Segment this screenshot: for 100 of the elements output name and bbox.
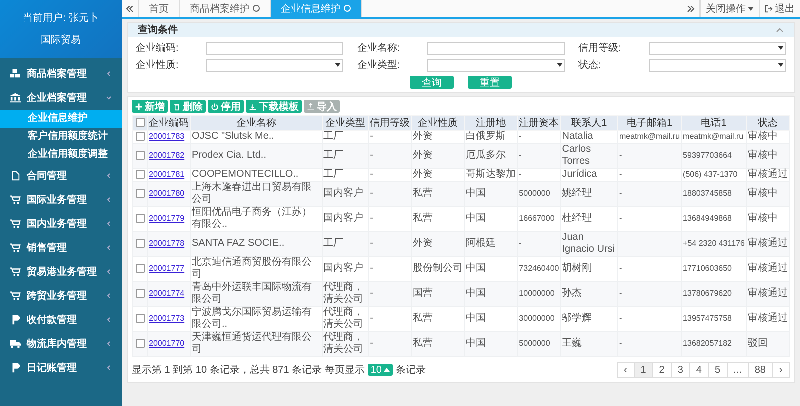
- collapse-icon[interactable]: [776, 28, 784, 32]
- table-cell: Carlos Torres: [562, 144, 592, 167]
- page-button[interactable]: 1: [634, 362, 654, 378]
- sidebar-menu-item[interactable]: 商品档案管理: [0, 62, 122, 86]
- table-cell: 邬学辉: [562, 313, 592, 324]
- row-checkbox[interactable]: [136, 132, 144, 141]
- row-checkbox[interactable]: [136, 150, 144, 160]
- sidebar-menu-item[interactable]: 日记账管理: [0, 356, 122, 380]
- select-dropdown[interactable]: [648, 58, 786, 72]
- panel-title: 查询条件: [138, 24, 178, 37]
- table-cell: 孙杰: [562, 288, 582, 299]
- row-checkbox[interactable]: [136, 188, 144, 198]
- sidebar-submenu-item[interactable]: 企业信用额度调整: [0, 146, 122, 164]
- table-cell: SANTA FAZ SOCIE..: [192, 238, 285, 249]
- table-cell: 审核通过: [748, 238, 788, 249]
- table-cell: -: [619, 264, 622, 273]
- scroll-right-icon[interactable]: [687, 6, 695, 12]
- table-cell: 外资: [413, 238, 434, 249]
- table-cell: 宁波腾戈尔国际贸易运输有限公司..: [192, 307, 312, 330]
- sidebar-menu-item[interactable]: 国内业务管理: [0, 212, 122, 236]
- page-button[interactable]: 3: [670, 362, 690, 378]
- row-checkbox[interactable]: [136, 264, 144, 273]
- table-cell: 代理商，清关公司: [324, 332, 364, 355]
- table-cell: 阿根廷: [466, 238, 496, 249]
- select-dropdown[interactable]: [427, 58, 565, 72]
- field-label: 企业性质:: [136, 58, 180, 72]
- field-label: 状态:: [578, 58, 602, 72]
- page-button[interactable]: 2: [652, 362, 672, 378]
- row-checkbox[interactable]: [136, 214, 144, 223]
- scroll-left-icon[interactable]: [126, 6, 134, 12]
- cart-icon: [10, 195, 21, 205]
- table-cell: -: [619, 289, 622, 298]
- cart-icon: [10, 219, 21, 229]
- row-checkbox[interactable]: [136, 288, 144, 298]
- table-cell: 5000000: [519, 339, 550, 348]
- sidebar-menu-item[interactable]: 贸易港业务管理: [0, 260, 122, 284]
- table-cell: 10000000: [519, 289, 555, 298]
- table-cell: -: [619, 314, 622, 323]
- column-header: 企业性质: [412, 116, 465, 130]
- table-cell: 恒阳优品电子商务（江苏）有限公..: [192, 207, 312, 230]
- select-all-checkbox[interactable]: [136, 118, 144, 128]
- table-cell: Natalia: [562, 131, 594, 142]
- page-button[interactable]: 4: [689, 362, 709, 378]
- table-cell: -: [619, 189, 622, 198]
- page-button[interactable]: 5: [708, 362, 728, 378]
- sidebar-menu-item[interactable]: 跨贸业务管理: [0, 284, 122, 308]
- table-cell: 13682057182: [683, 339, 732, 348]
- table-cell: (506) 437-1370: [683, 170, 738, 179]
- field-label: 信用等级:: [578, 42, 622, 55]
- table-cell: 工厂: [324, 131, 344, 142]
- table-cell: 姚经理: [562, 188, 592, 199]
- table-cell: Juan Ignacio Ursi: [562, 232, 616, 255]
- sidebar-menu-item[interactable]: 合同管理: [0, 164, 122, 188]
- table-cell: 工厂: [324, 150, 344, 161]
- column-header: 联系人1: [560, 116, 618, 130]
- table-cell: COOPEMONTECILLO..: [192, 169, 299, 180]
- text-input[interactable]: [427, 42, 565, 54]
- table-cell: 北京迪信通商贸股份有限公司: [192, 257, 312, 280]
- page-button[interactable]: 88: [748, 362, 773, 378]
- table-cell: 17710603650: [683, 264, 732, 273]
- table-cell: 中国: [466, 313, 486, 324]
- table-cell: 13957475758: [683, 314, 732, 323]
- sidebar-menu-item[interactable]: 物流库内管理: [0, 332, 122, 356]
- row-checkbox[interactable]: [136, 338, 144, 348]
- select-dropdown[interactable]: [648, 42, 786, 54]
- text-input[interactable]: [206, 42, 344, 54]
- sidebar-menu-item[interactable]: 企业档案管理: [0, 86, 122, 110]
- table-cell: -: [370, 213, 374, 224]
- table-cell: OJSC "Slutsk Me..: [192, 131, 274, 142]
- table-cell: 59397703664: [683, 151, 732, 160]
- caret-icon: [556, 63, 563, 67]
- row-checkbox[interactable]: [136, 314, 144, 323]
- table-cell: -: [619, 214, 622, 223]
- pagination-suffix: 条记录: [396, 364, 426, 377]
- select-dropdown[interactable]: [206, 58, 344, 72]
- sidebar-menu-item[interactable]: 国际业务管理: [0, 188, 122, 212]
- page-tab[interactable]: 首页: [139, 0, 180, 17]
- table-cell: 天津巍恒通货运代理有限公司: [192, 332, 312, 355]
- table-cell: 中国: [466, 263, 486, 274]
- organization-name: 国际贸易: [41, 34, 81, 47]
- table-cell: meatmk@mail.ru: [683, 132, 744, 141]
- page-button[interactable]: ...: [726, 362, 749, 378]
- table-cell: 外资: [413, 169, 434, 180]
- sidebar-submenu-item[interactable]: 客户信用额度统计: [0, 128, 122, 146]
- caret-icon: [335, 63, 342, 67]
- previous-page-button[interactable]: ‹: [616, 362, 635, 378]
- sidebar-menu-item[interactable]: 销售管理: [0, 236, 122, 260]
- table-cell: -: [370, 169, 374, 180]
- table-cell: -: [619, 170, 622, 179]
- field-label: 企业类型:: [357, 58, 402, 72]
- column-header: 电子邮箱1: [618, 116, 682, 130]
- table-cell: 5000000: [519, 189, 550, 198]
- row-checkbox[interactable]: [136, 238, 144, 248]
- table-cell: 中国: [466, 338, 486, 349]
- table-cell: 中国: [466, 213, 486, 224]
- table-cell: 30000000: [519, 314, 555, 323]
- document-icon: [10, 171, 21, 181]
- sidebar-menu-item[interactable]: 收付款管理: [0, 308, 122, 332]
- row-checkbox[interactable]: [136, 170, 144, 179]
- next-page-button[interactable]: ›: [772, 362, 790, 378]
